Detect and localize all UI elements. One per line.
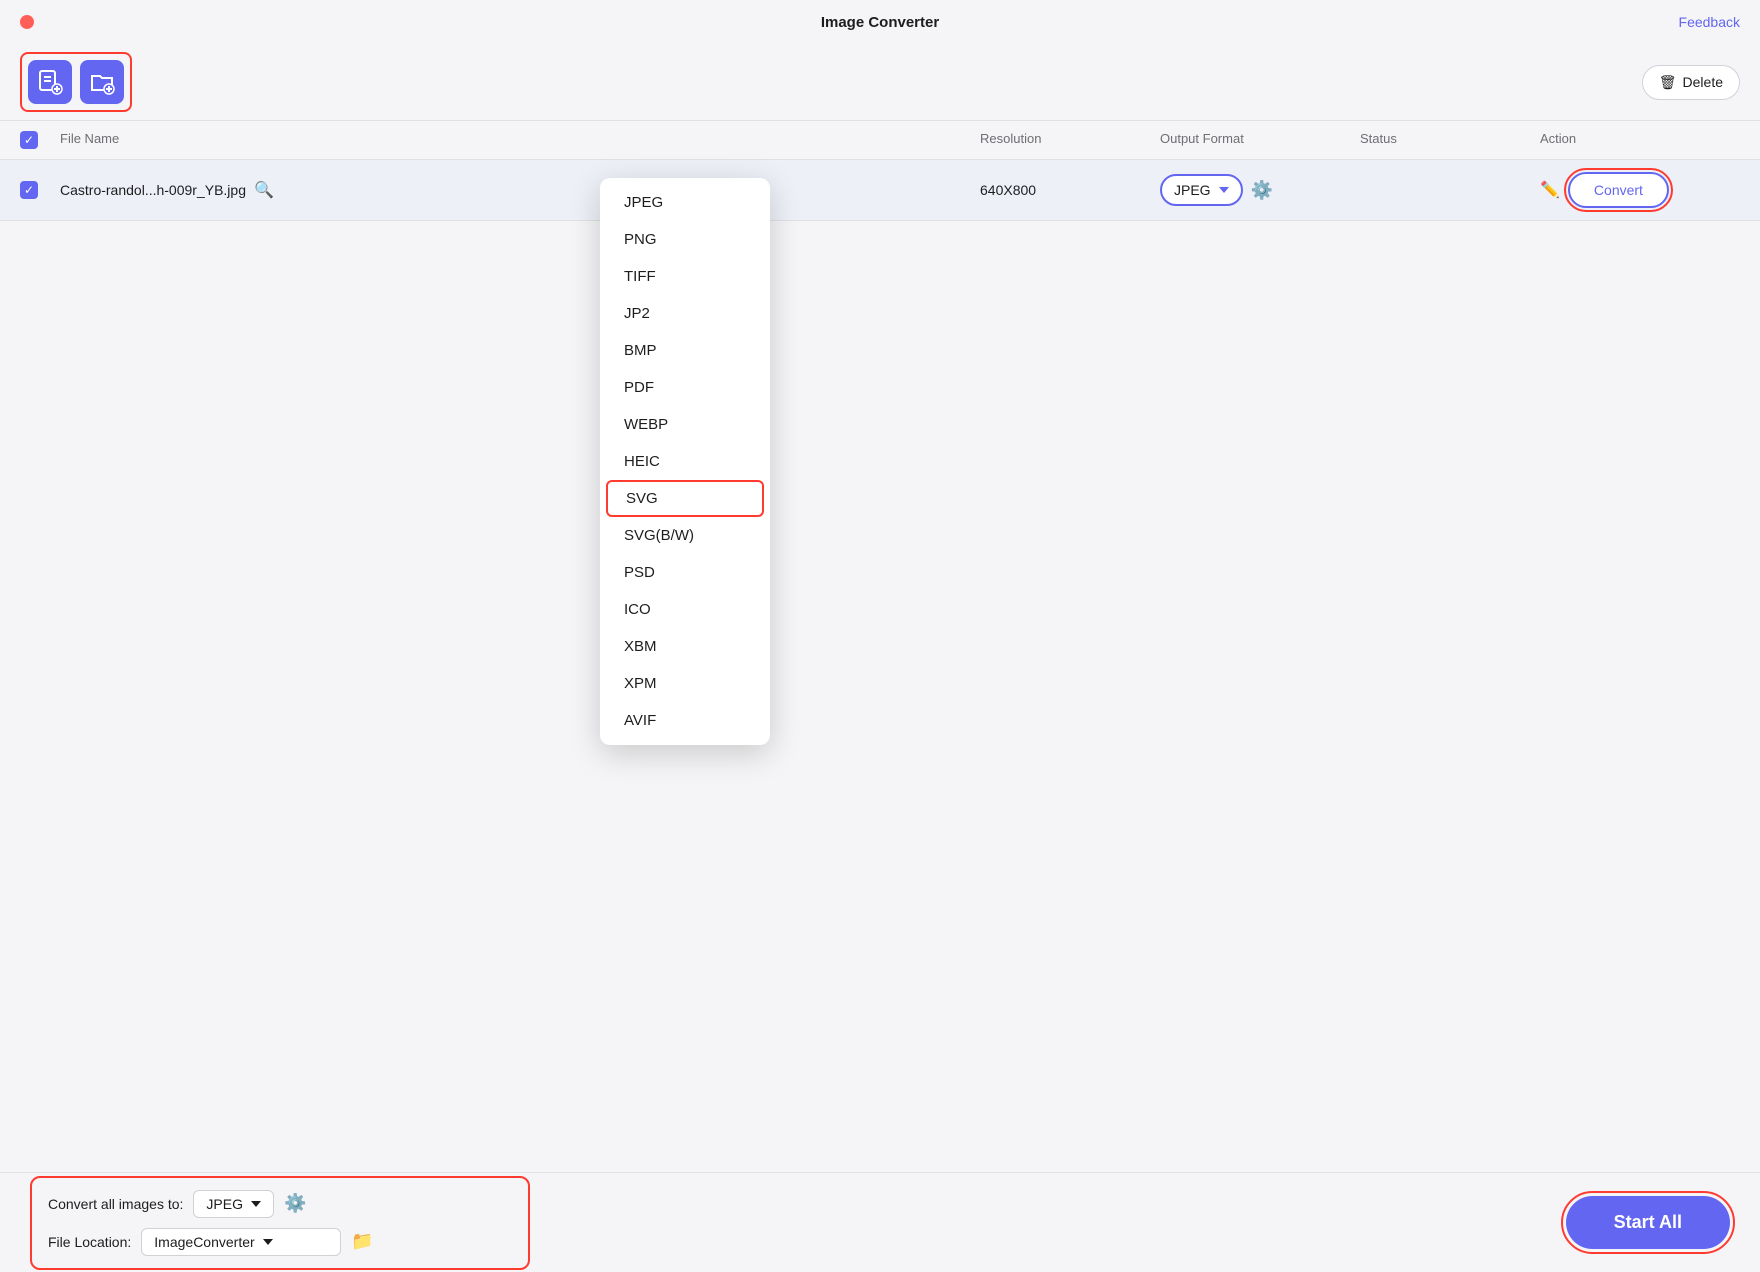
add-file-button[interactable] [28,60,72,104]
file-location-select[interactable]: ImageConverter [141,1228,341,1256]
trash-icon: 🗑 [1659,74,1677,91]
delete-button[interactable]: 🗑 Delete [1642,65,1740,100]
add-folder-button[interactable] [80,60,124,104]
app-title: Image Converter [821,14,939,31]
bottom-bar: Convert all images to: JPEG ⚙️ File Loca… [0,1172,1760,1272]
dropdown-item-psd[interactable]: PSD [600,554,770,591]
convert-all-row: Convert all images to: JPEG ⚙️ [48,1190,512,1218]
feedback-link[interactable]: Feedback [1679,14,1740,30]
convert-button[interactable]: Convert [1568,172,1669,208]
chevron-down-location-icon [263,1239,273,1245]
file-location-row: File Location: ImageConverter 📁 [48,1228,512,1256]
format-select-value: JPEG [1174,182,1211,198]
convert-all-settings-button[interactable]: ⚙️ [284,1193,306,1214]
action-cell: ✏️ Convert [1540,172,1740,208]
file-name-cell: Castro-randol...h-009r_YB.jpg 🔍 [60,180,980,200]
dropdown-item-svgbw[interactable]: SVG(B/W) [600,517,770,554]
dropdown-item-png[interactable]: PNG [600,221,770,258]
select-all-checkbox[interactable]: ✓ [20,131,38,149]
start-all-button[interactable]: Start All [1566,1196,1730,1249]
format-settings-button[interactable]: ⚙️ [1251,180,1273,201]
format-cell: JPEG ⚙️ [1160,174,1360,206]
dropdown-item-bmp[interactable]: BMP [600,332,770,369]
chevron-down-icon [1219,187,1229,193]
toolbar-left [20,52,132,112]
bottom-settings-panel: Convert all images to: JPEG ⚙️ File Loca… [30,1176,530,1270]
toolbar: 🗑 Delete [0,44,1760,121]
file-location-label: File Location: [48,1234,131,1250]
edit-icon[interactable]: ✏️ [1540,180,1560,200]
dropdown-item-heic[interactable]: HEIC [600,443,770,480]
dropdown-item-xpm[interactable]: XPM [600,665,770,702]
preview-icon[interactable]: 🔍 [254,180,274,200]
delete-label: Delete [1683,74,1723,90]
chevron-down-icon-bottom [251,1201,261,1207]
dropdown-item-avif[interactable]: AVIF [600,702,770,739]
traffic-light-close[interactable] [20,15,34,29]
col-resolution: Resolution [980,131,1160,149]
format-dropdown-menu: JPEG PNG TIFF JP2 BMP PDF WEBP HEIC SVG … [600,178,770,745]
table-header: ✓ File Name Resolution Output Format Sta… [0,121,1760,160]
dropdown-item-svg[interactable]: SVG [606,480,764,517]
dropdown-item-ico[interactable]: ICO [600,591,770,628]
dropdown-item-jpeg[interactable]: JPEG [600,184,770,221]
dropdown-item-jp2[interactable]: JP2 [600,295,770,332]
col-output-format: Output Format [1160,131,1360,149]
file-location-value: ImageConverter [154,1234,254,1250]
browse-folder-icon[interactable]: 📁 [351,1231,373,1252]
dropdown-item-xbm[interactable]: XBM [600,628,770,665]
dropdown-item-pdf[interactable]: PDF [600,369,770,406]
row-checkbox[interactable]: ✓ [20,181,38,199]
col-action: Action [1540,131,1740,149]
file-name-text: Castro-randol...h-009r_YB.jpg [60,182,246,198]
col-status: Status [1360,131,1540,149]
resolution-cell: 640X800 [980,182,1160,198]
convert-all-format-value: JPEG [206,1196,243,1212]
title-bar: Image Converter Feedback [0,0,1760,44]
format-select-dropdown[interactable]: JPEG [1160,174,1243,206]
col-filename: File Name [60,131,980,149]
dropdown-item-tiff[interactable]: TIFF [600,258,770,295]
convert-all-label: Convert all images to: [48,1196,183,1212]
dropdown-item-webp[interactable]: WEBP [600,406,770,443]
table-row: ✓ Castro-randol...h-009r_YB.jpg 🔍 640X80… [0,160,1760,221]
convert-all-format-select[interactable]: JPEG [193,1190,274,1218]
